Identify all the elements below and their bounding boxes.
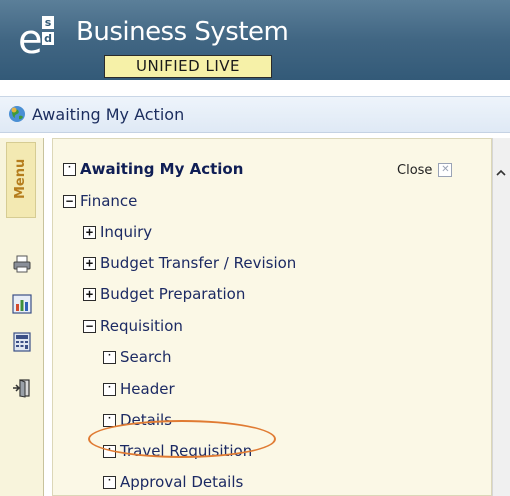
tree-item-label: Header (120, 380, 175, 398)
tree-item-label: Requisition (100, 317, 183, 335)
tree-item-awaiting-my-action[interactable]: · Awaiting My Action (63, 157, 243, 181)
tree-item-label: Budget Transfer / Revision (100, 254, 297, 272)
tree-item-label: Search (120, 348, 172, 366)
tree-item-label: Details (120, 411, 173, 429)
tree-item-budget-preparation[interactable]: + Budget Preparation (83, 282, 245, 306)
collapse-icon[interactable]: − (83, 319, 96, 333)
tree-item-finance[interactable]: − Finance (63, 189, 137, 213)
tree-item-budget-transfer-revision[interactable]: + Budget Transfer / Revision (83, 251, 296, 275)
tree-item-inquiry[interactable]: + Inquiry (83, 220, 152, 244)
tree-item-details[interactable]: · Details (103, 408, 172, 432)
tree-item-label: Awaiting My Action (80, 160, 244, 178)
tree-item-requisition[interactable]: − Requisition (83, 314, 183, 338)
tree-item-header[interactable]: · Header (103, 377, 175, 401)
menu-tab[interactable]: Menu (6, 142, 36, 218)
leaf-bullet-icon: · (103, 413, 116, 427)
close-icon: ✕ (438, 163, 453, 177)
navigation-panel: Close ✕ · Awaiting My Action − Finance +… (52, 138, 492, 496)
tree-item-label: Budget Preparation (100, 285, 246, 303)
leaf-bullet-icon: · (63, 162, 76, 176)
leaf-bullet-icon: · (103, 475, 116, 489)
tree-item-label: Approval Details (120, 473, 244, 491)
close-button[interactable]: Close ✕ (397, 161, 453, 179)
environment-badge: UNIFIED LIVE (104, 55, 272, 78)
eds-logo: e s d (18, 16, 64, 64)
leaf-bullet-icon: · (103, 382, 116, 396)
exit-icon[interactable] (12, 378, 32, 398)
expand-icon[interactable]: + (83, 287, 96, 301)
printer-icon[interactable] (12, 254, 32, 274)
globe-icon (9, 106, 25, 122)
close-label: Close (397, 162, 433, 178)
vertical-scrollbar[interactable] (492, 138, 510, 496)
leaf-bullet-icon: · (103, 444, 116, 458)
expand-icon[interactable]: + (83, 225, 96, 239)
menu-tab-label: Menu (13, 158, 28, 199)
tree-item-search[interactable]: · Search (103, 345, 172, 369)
app-header: e s d Business System UNIFIED LIVE (0, 0, 510, 80)
expand-icon[interactable]: + (83, 256, 96, 270)
page-title-bar: Awaiting My Action (0, 96, 510, 133)
chevron-up-icon[interactable] (496, 168, 506, 178)
tree-item-label: Travel Requisition (120, 442, 253, 460)
tree-item-travel-requisition[interactable]: · Travel Requisition (103, 439, 252, 463)
tree-item-label: Finance (80, 192, 138, 210)
collapse-icon[interactable]: − (63, 194, 76, 208)
tree-item-approval-details[interactable]: · Approval Details (103, 470, 243, 494)
calculator-icon[interactable] (12, 332, 32, 352)
app-title: Business System (76, 17, 289, 47)
left-toolbar: Menu (0, 138, 44, 496)
chart-icon[interactable] (12, 294, 32, 314)
page-title: Awaiting My Action (32, 105, 185, 124)
tree-item-label: Inquiry (100, 223, 153, 241)
leaf-bullet-icon: · (103, 350, 116, 364)
